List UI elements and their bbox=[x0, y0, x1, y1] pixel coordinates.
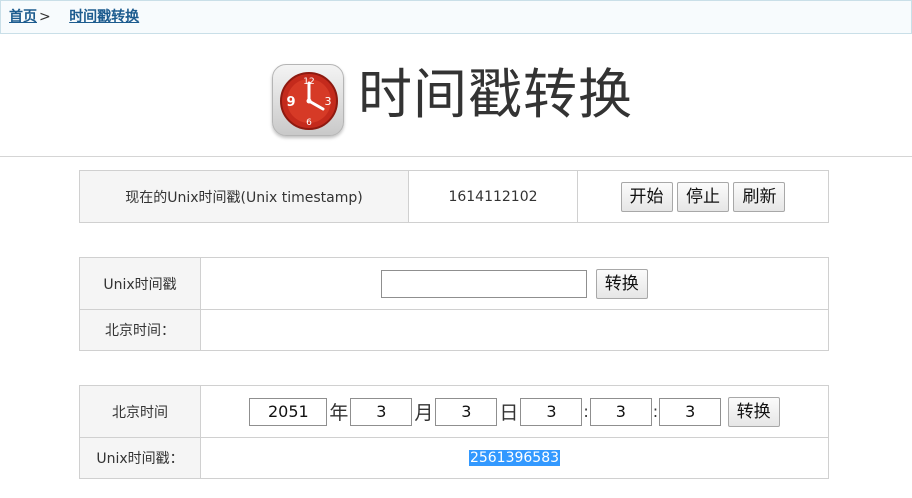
unix-result-cell: 2561396583 bbox=[200, 437, 829, 479]
day-unit: 日 bbox=[499, 402, 519, 424]
beijing-convert-button[interactable]: 转换 bbox=[727, 396, 780, 427]
svg-text:9: 9 bbox=[286, 95, 295, 110]
beijing-result-value bbox=[200, 309, 829, 351]
unix-input-label: Unix时间戳 bbox=[79, 257, 201, 310]
unix-timestamp-input[interactable] bbox=[381, 269, 588, 298]
current-timestamp-label: 现在的Unix时间戳(Unix timestamp) bbox=[79, 170, 409, 223]
breadcrumb-home-link[interactable]: 首页 bbox=[9, 9, 37, 25]
second-input[interactable]: 3 bbox=[659, 397, 722, 426]
year-unit: 年 bbox=[329, 402, 349, 424]
unix-input-cell: 转换 bbox=[200, 257, 829, 310]
minute-input[interactable]: 3 bbox=[589, 397, 652, 426]
svg-text:3: 3 bbox=[325, 95, 332, 108]
svg-text:6: 6 bbox=[306, 118, 312, 128]
day-input[interactable]: 3 bbox=[435, 397, 498, 426]
time-separator: : bbox=[583, 402, 589, 421]
unix-result-label: Unix时间戳： bbox=[79, 437, 201, 479]
breadcrumb: 首页 > 时间戳转换 bbox=[0, 0, 912, 34]
current-timestamp-value: 1614112102 bbox=[408, 170, 578, 223]
current-timestamp-table: 现在的Unix时间戳(Unix timestamp) 1614112102 开始… bbox=[79, 170, 829, 223]
beijing-result-label: 北京时间： bbox=[79, 309, 201, 351]
month-unit: 月 bbox=[414, 402, 434, 424]
unix-convert-button[interactable]: 转换 bbox=[595, 268, 648, 299]
beijing-input-label: 北京时间 bbox=[79, 385, 201, 438]
month-input[interactable]: 3 bbox=[350, 397, 413, 426]
beijing-to-unix-table: 北京时间 2051 年 3 月 3 日 3:3:3 转换 Unix时间戳： 25613965… bbox=[79, 385, 829, 479]
clock-icon: 12 3 6 9 bbox=[272, 64, 344, 136]
breadcrumb-current-link[interactable]: 时间戳转换 bbox=[69, 9, 139, 25]
page-title: 时间戳转换 bbox=[358, 63, 633, 126]
start-button[interactable]: 开始 bbox=[620, 181, 673, 212]
time-separator: : bbox=[652, 402, 659, 421]
refresh-button[interactable]: 刷新 bbox=[733, 181, 786, 212]
year-input[interactable]: 2051 bbox=[249, 397, 328, 426]
hour-input[interactable]: 3 bbox=[520, 397, 583, 426]
beijing-date-inputs: 2051 年 3 月 3 日 3:3:3 转换 bbox=[200, 385, 829, 438]
timestamp-controls: 开始 停止 刷新 bbox=[577, 170, 829, 223]
stop-button[interactable]: 停止 bbox=[677, 181, 729, 212]
breadcrumb-separator: > bbox=[39, 9, 51, 25]
page-header: 12 3 6 9 时间戳转换 bbox=[0, 34, 912, 157]
unix-result-value: 2561396583 bbox=[468, 450, 561, 466]
unix-to-beijing-table: Unix时间戳 转换 北京时间： bbox=[79, 257, 829, 351]
